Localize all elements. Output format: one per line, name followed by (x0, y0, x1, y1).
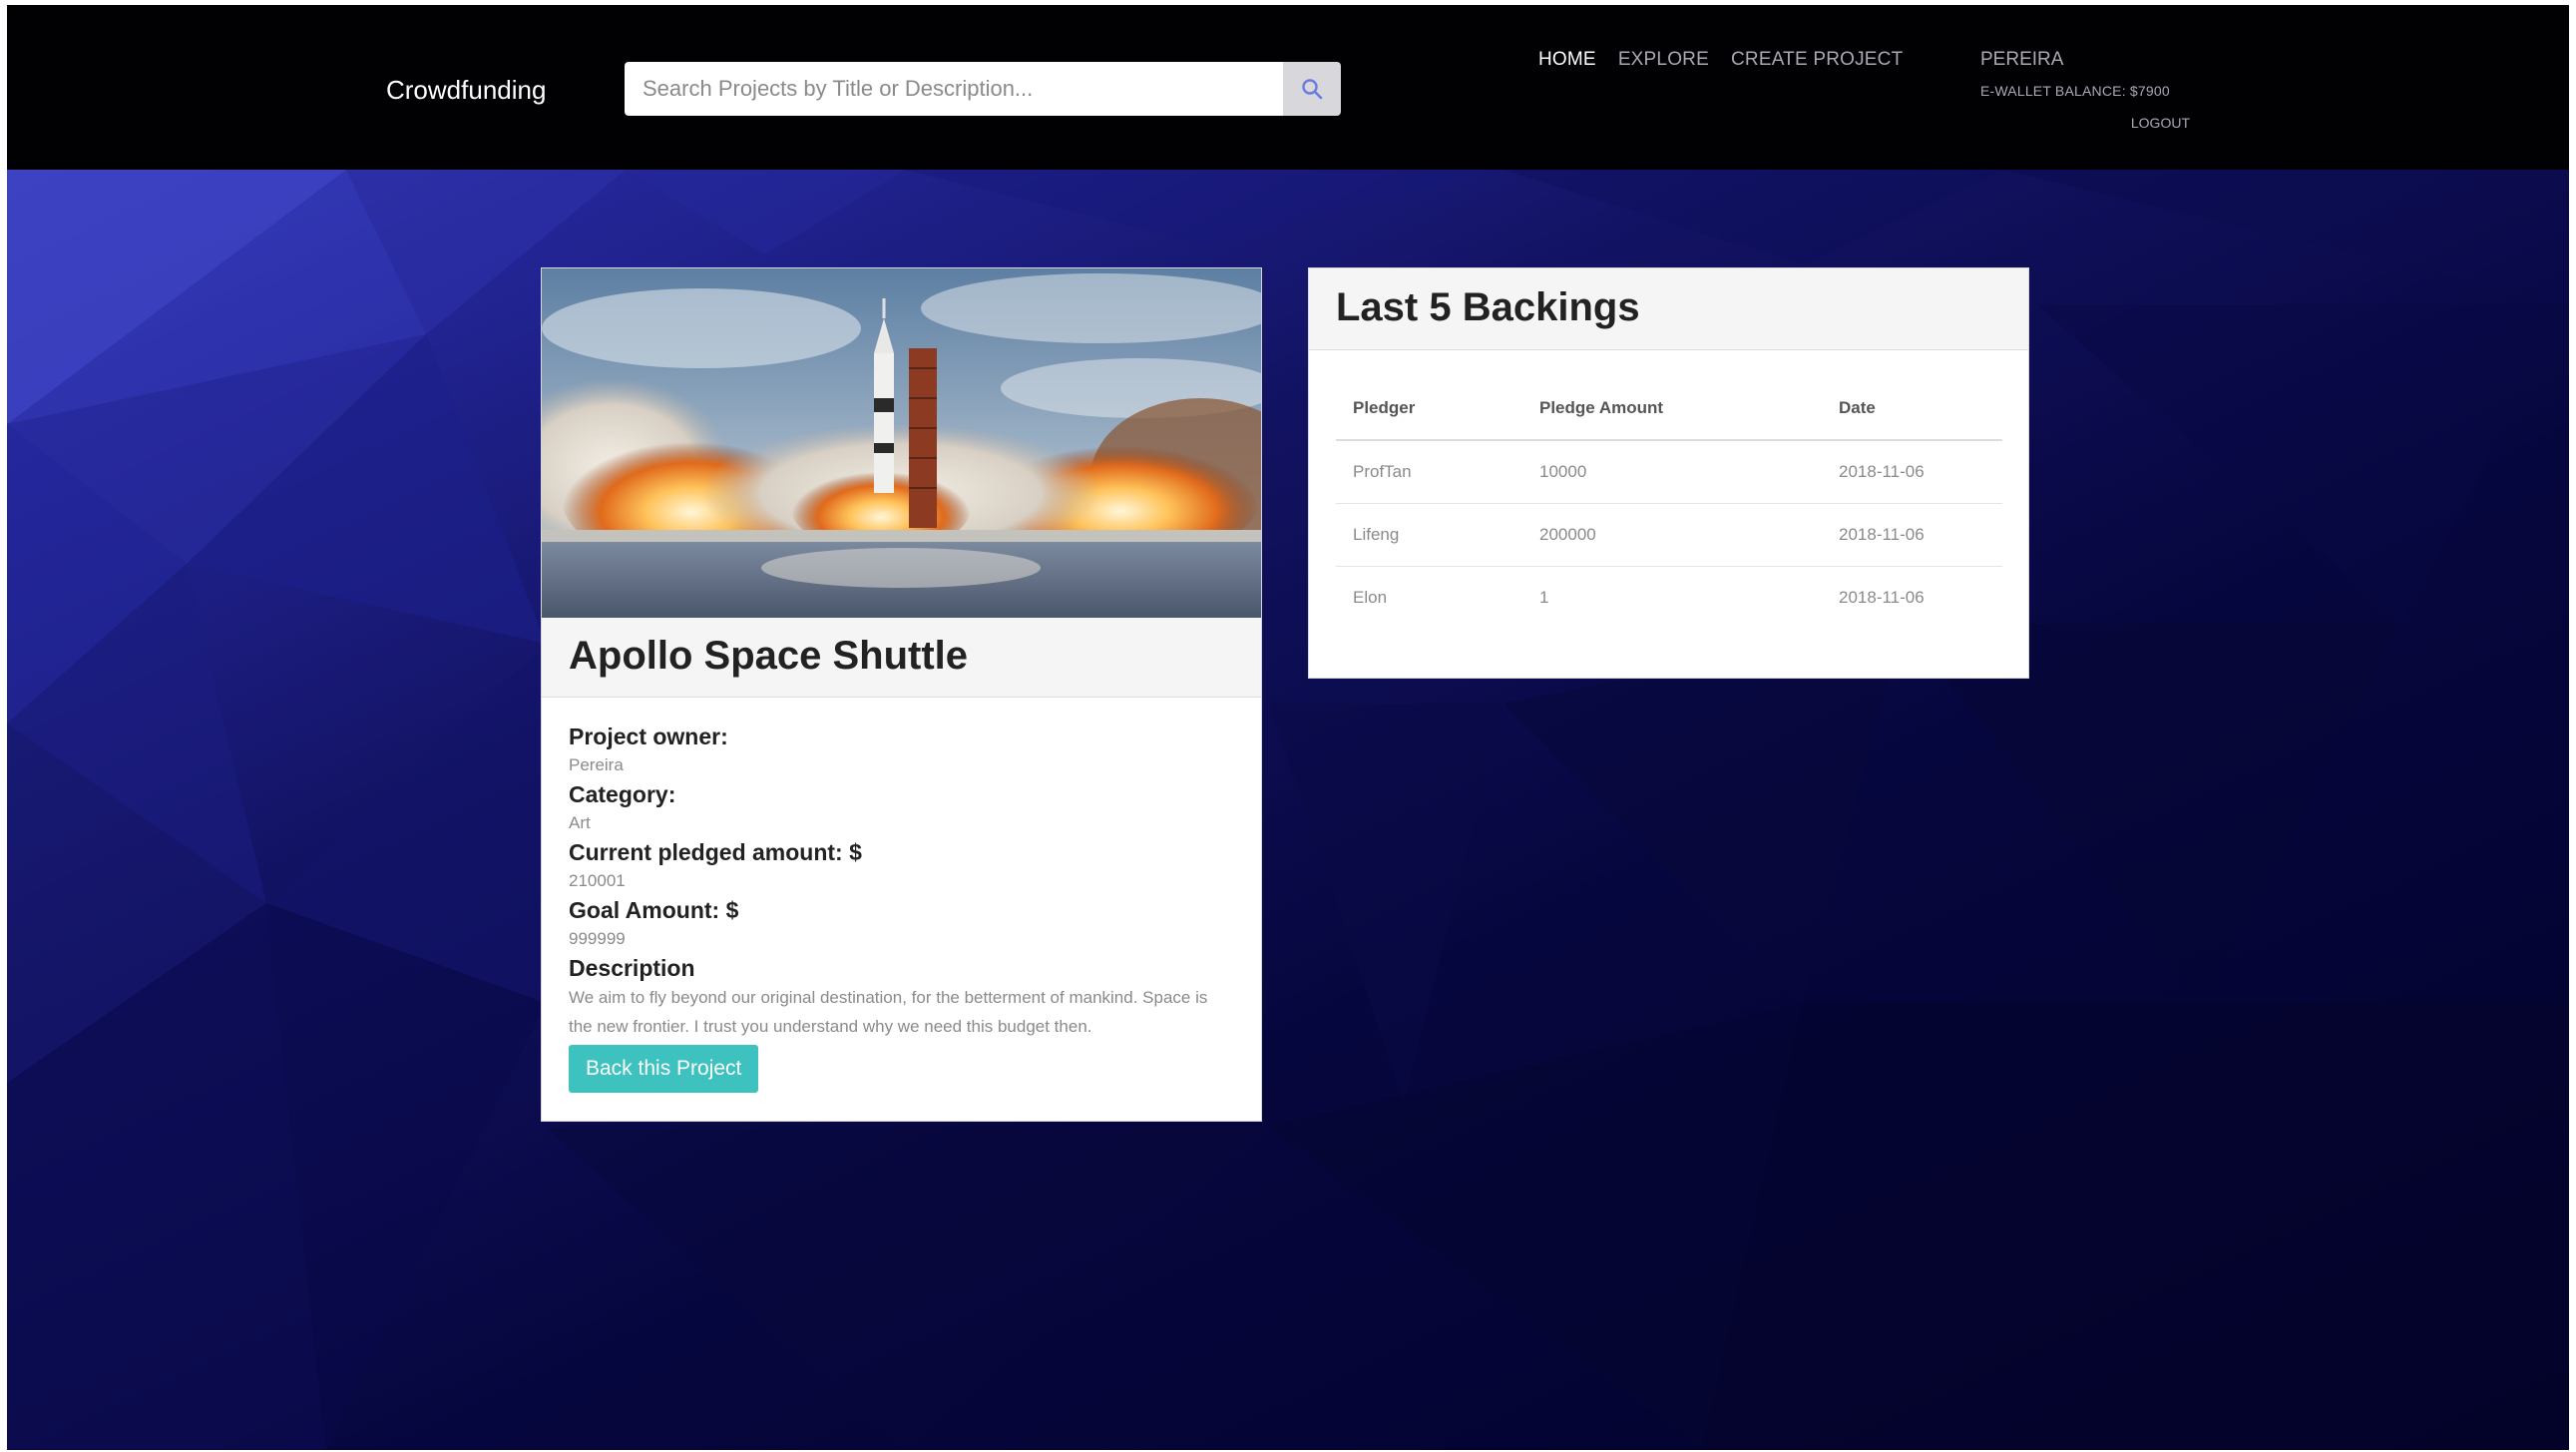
description-text: We aim to fly beyond our original destin… (569, 988, 1208, 1036)
search-input[interactable] (625, 62, 1283, 116)
goal-label: Goal Amount: $ (569, 897, 739, 923)
owner-value: Pereira (569, 755, 624, 774)
column-header-date: Date (1822, 377, 2002, 441)
top-navbar: Crowdfunding HOME EXPLORE CREATE PROJECT… (7, 5, 2569, 170)
pledged-label: Current pledged amount: $ (569, 839, 862, 865)
backings-title: Last 5 Backings (1336, 285, 1640, 329)
nav-home-link[interactable]: HOME (1538, 49, 1596, 71)
table-row: Elon 1 2018-11-06 (1336, 567, 2002, 630)
search-icon (1302, 79, 1323, 100)
column-header-pledge-amount: Pledge Amount (1522, 377, 1822, 441)
pledged-value: 210001 (569, 871, 626, 890)
user-menu: PEREIRA E-WALLET BALANCE: $7900 LOGOUT (1980, 49, 2190, 131)
date-cell: 2018-11-06 (1822, 440, 2002, 504)
table-row: ProfTan 10000 2018-11-06 (1336, 440, 2002, 504)
username[interactable]: PEREIRA (1980, 49, 2190, 71)
amount-cell: 1 (1539, 588, 1549, 607)
backings-header: Last 5 Backings (1309, 268, 2028, 350)
pledger-cell: ProfTan (1336, 440, 1522, 504)
table-row: Lifeng 200000 2018-11-06 (1336, 503, 2002, 567)
date-cell: 2018-11-06 (1839, 588, 1925, 607)
owner-label: Project owner: (569, 724, 728, 749)
back-project-button[interactable]: Back this Project (569, 1045, 759, 1093)
logout-link[interactable]: LOGOUT (1980, 115, 2190, 131)
main-nav: HOME EXPLORE CREATE PROJECT (1538, 49, 1903, 71)
search-button[interactable] (1283, 62, 1341, 116)
column-header-pledger: Pledger (1336, 377, 1522, 441)
pledger-cell: Lifeng (1336, 503, 1522, 567)
backings-card: Last 5 Backings Pledger Pledge Amount Da… (1308, 267, 2029, 679)
table-header-row: Pledger Pledge Amount Date (1336, 377, 2002, 441)
project-card: Apollo Space Shuttle Project owner: Pere… (541, 267, 1262, 1122)
wallet-balance: E-WALLET BALANCE: $7900 (1980, 83, 2170, 99)
description-label: Description (569, 955, 695, 981)
background-low-poly-pattern (7, 170, 2569, 1450)
backings-table: Pledger Pledge Amount Date ProfTan 10000… (1336, 377, 2002, 629)
goal-value: 999999 (569, 929, 626, 948)
category-label: Category: (569, 781, 676, 807)
search-bar (625, 62, 1343, 116)
pledger-cell: Elon (1353, 588, 1388, 607)
brand-logo[interactable]: Crowdfunding (386, 75, 546, 105)
rocket-launch-photo (542, 268, 1261, 618)
nav-explore-link[interactable]: EXPLORE (1618, 49, 1709, 71)
project-details: Project owner: Pereira Category: Art Cur… (542, 698, 1261, 1093)
project-header: Apollo Space Shuttle (542, 618, 1261, 698)
amount-cell: 10000 (1522, 440, 1822, 504)
nav-create-project-link[interactable]: CREATE PROJECT (1731, 49, 1903, 71)
category-value: Art (569, 813, 591, 832)
project-title: Apollo Space Shuttle (569, 634, 969, 678)
amount-cell: 200000 (1522, 503, 1822, 567)
app-window: Crowdfunding HOME EXPLORE CREATE PROJECT… (7, 5, 2569, 1450)
date-cell: 2018-11-06 (1822, 503, 2002, 567)
